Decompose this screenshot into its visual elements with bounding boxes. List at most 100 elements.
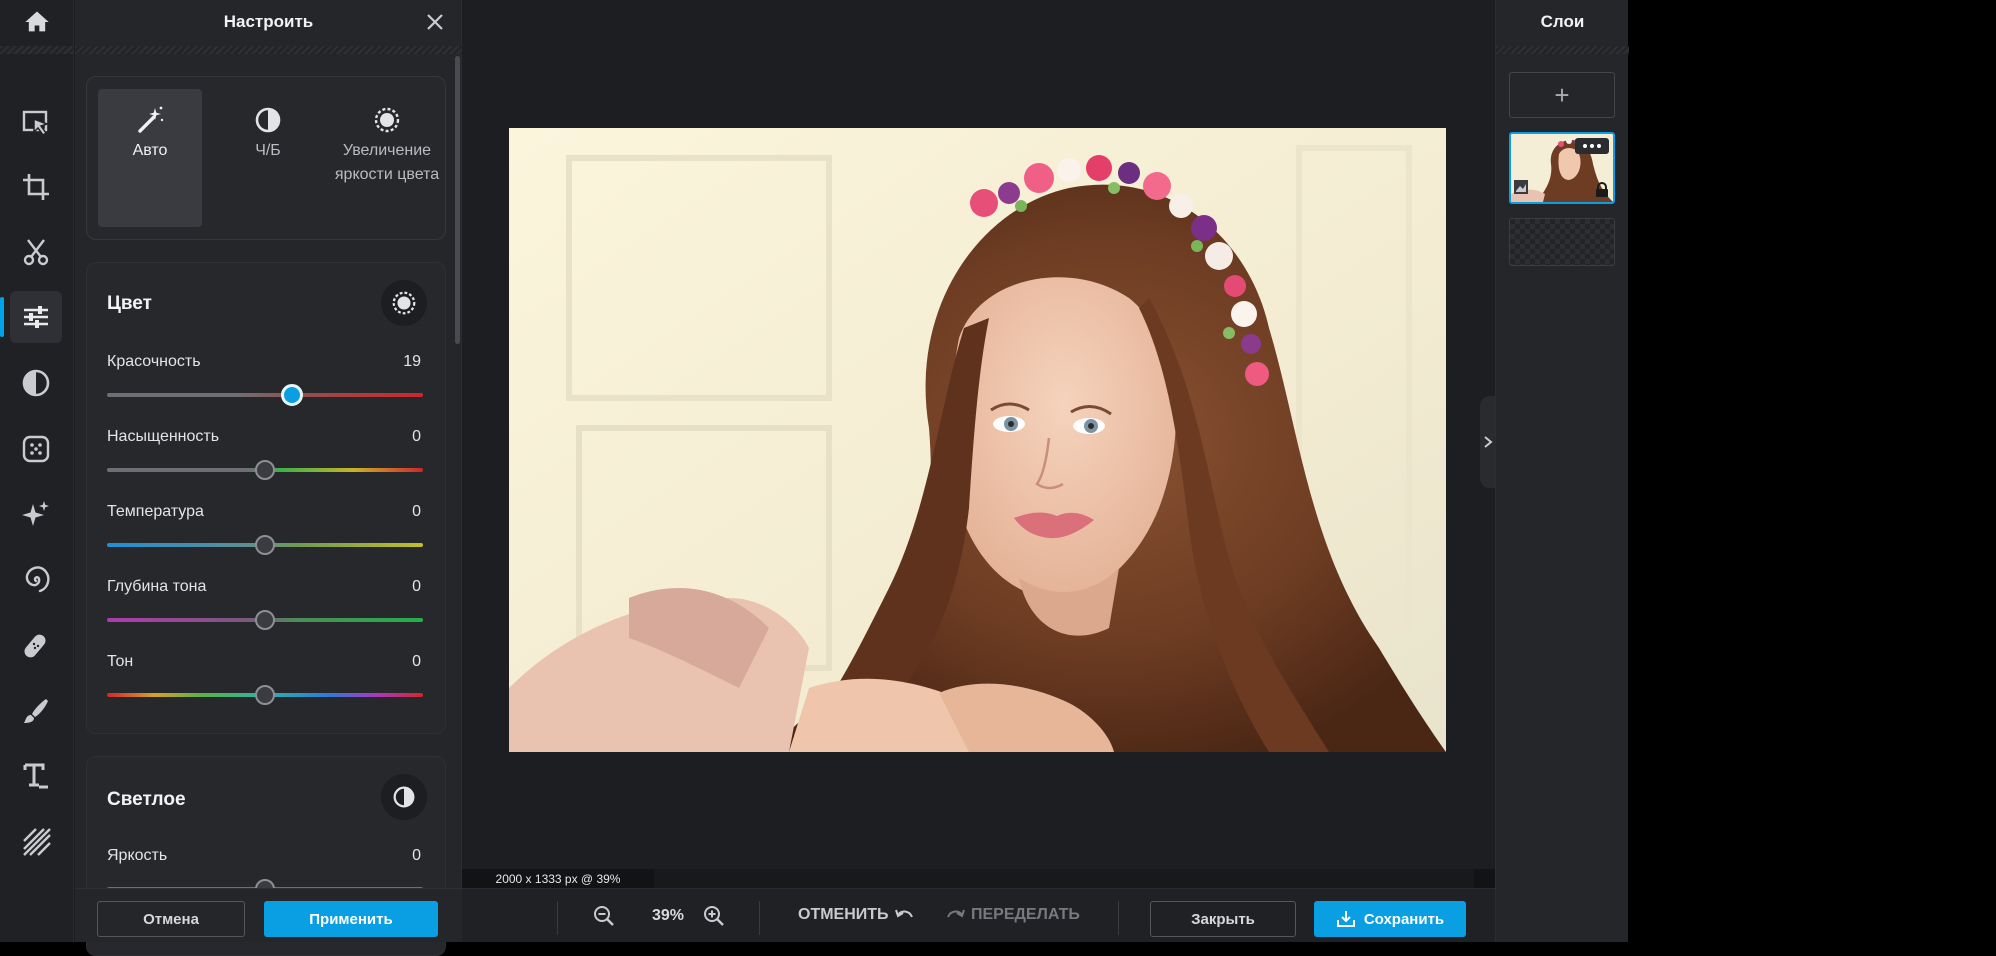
save-button[interactable]: Сохранить [1314, 901, 1466, 937]
image-info-label: 2000 x 1333 px @ 39% [462, 869, 654, 888]
zoom-out-icon [594, 906, 614, 926]
brightness-label: Яркость [107, 847, 168, 864]
close-panel-button[interactable] [423, 10, 447, 34]
save-label: Сохранить [1363, 910, 1445, 928]
tool-liquify[interactable] [10, 554, 62, 606]
undo-icon [894, 909, 913, 918]
bandage-icon [24, 634, 46, 658]
sliders-icon [24, 306, 48, 328]
contrast-icon [393, 786, 415, 808]
spiral-icon [25, 566, 50, 593]
undo-label: ОТМЕНИТЬ [798, 906, 889, 923]
tool-filters[interactable] [10, 357, 62, 409]
hue-value: 0 [412, 653, 421, 670]
collapse-layers-tab[interactable] [1480, 396, 1496, 488]
light-section-title: Светлое [107, 789, 186, 810]
undo-button[interactable]: ОТМЕНИТЬ [798, 906, 915, 924]
brush-icon [24, 699, 48, 723]
bottom-divider [759, 901, 760, 935]
bottom-divider [1118, 901, 1119, 935]
tool-adjust[interactable] [0, 291, 62, 343]
sparkle-icon [22, 501, 49, 526]
zoom-in-button[interactable] [701, 903, 727, 929]
add-layer-button[interactable]: + [1509, 72, 1615, 118]
scissors-icon [23, 239, 49, 266]
layers-panel: Слои + [1495, 0, 1629, 942]
tool-text[interactable] [10, 750, 62, 802]
bottom-divider [557, 901, 558, 935]
panel-divider [75, 46, 462, 54]
panel-scrollbar[interactable] [455, 56, 460, 344]
light-section-toggle[interactable] [381, 774, 427, 820]
saturation-knob[interactable] [255, 460, 275, 480]
saturation-vibrance-slider[interactable] [107, 393, 423, 397]
tint-knob[interactable] [255, 610, 275, 630]
saturation-vibrance-value: 19 [403, 353, 421, 370]
hatch-icon [23, 828, 51, 856]
redo-button[interactable]: ПЕРЕДЕЛАТЬ [945, 906, 1080, 924]
edited-photo[interactable] [509, 128, 1446, 752]
chevron-right-icon [1484, 436, 1493, 448]
info-strip [654, 869, 1474, 888]
zoom-in-icon [704, 906, 724, 926]
layer-item-photo[interactable] [1509, 132, 1615, 204]
preset-bw-label: Ч/Б [255, 142, 281, 159]
contrast-icon [255, 107, 281, 133]
preset-auto[interactable]: Авто [98, 89, 202, 227]
tool-arrange[interactable] [10, 97, 62, 149]
saturation-vibrance-knob[interactable] [280, 384, 303, 406]
home-icon [25, 11, 49, 32]
saturation-value: 0 [412, 428, 421, 445]
saturation-vibrance-label: Красочность [107, 353, 201, 370]
cancel-button[interactable]: Отмена [97, 901, 245, 937]
info-strip-end [1474, 869, 1495, 888]
layers-divider [1496, 46, 1629, 54]
panel-footer: Отмена Применить [75, 888, 462, 942]
temperature-knob[interactable] [255, 535, 275, 555]
half-circle-icon [22, 369, 50, 397]
saturation-label: Насыщенность [107, 428, 220, 445]
home-button[interactable] [0, 0, 74, 44]
tint-label: Глубина тона [107, 578, 207, 595]
preset-vibrance[interactable]: Увеличение яркости цвета [332, 89, 442, 227]
tool-sparkle[interactable] [10, 488, 62, 540]
preset-bw[interactable]: Ч/Б [216, 89, 320, 227]
tool-draw[interactable] [10, 685, 62, 737]
lock-icon [1596, 182, 1608, 197]
color-section-title: Цвет [107, 293, 152, 314]
temperature-label: Температура [107, 503, 204, 520]
apply-button[interactable]: Применить [264, 901, 438, 937]
select-arrow-icon [22, 110, 50, 137]
color-section: Цвет Красочность 19 Насыщенность 0 Темпе… [86, 262, 446, 734]
tool-effects[interactable] [10, 423, 62, 475]
text-icon [23, 763, 48, 789]
brightness-value: 0 [412, 847, 421, 864]
portrait-photo-image [509, 128, 1446, 752]
dots-grid-icon [22, 435, 50, 463]
tool-crop[interactable] [10, 161, 62, 213]
download-icon [1336, 911, 1355, 927]
layer-item-empty[interactable] [1509, 218, 1615, 266]
more-dots-icon [1583, 144, 1601, 148]
close-button[interactable]: Закрыть [1150, 901, 1296, 937]
hue-knob[interactable] [255, 685, 275, 705]
color-section-toggle[interactable] [381, 280, 427, 326]
photo-editor-app: Настроить Авто Ч/Б Увеличение яркости цв… [0, 0, 1629, 956]
tint-value: 0 [412, 578, 421, 595]
hue-label: Тон [107, 653, 134, 670]
tool-pattern[interactable] [10, 815, 62, 867]
redo-label: ПЕРЕДЕЛАТЬ [971, 906, 1080, 923]
tools-toolbar [0, 0, 74, 942]
layer-options-button[interactable] [1575, 138, 1609, 154]
preset-auto-label: Авто [132, 142, 168, 159]
tool-cut[interactable] [10, 226, 62, 278]
zoom-out-button[interactable] [591, 903, 617, 929]
vibrance-icon [392, 291, 416, 315]
vibrance-icon [374, 107, 400, 133]
bottom-bar: 39% ОТМЕНИТЬ ПЕРЕДЕЛАТЬ Закрыть Сохранит… [462, 888, 1495, 942]
magic-wand-icon [138, 106, 164, 133]
toolbar-divider [0, 46, 74, 54]
canvas-area [462, 0, 1495, 888]
preset-group: Авто Ч/Б Увеличение яркости цвета [86, 76, 446, 240]
tool-retouch[interactable] [10, 620, 62, 672]
